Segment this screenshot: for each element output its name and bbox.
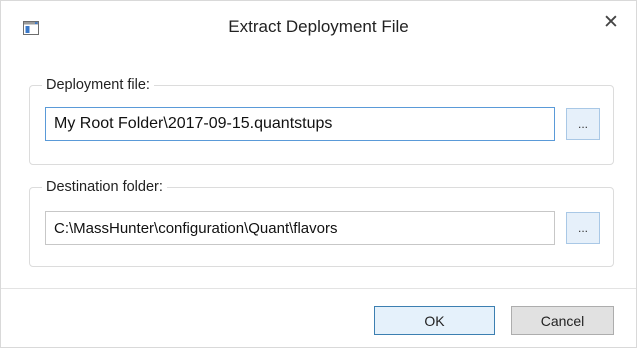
deployment-file-input[interactable] (45, 107, 555, 141)
destination-folder-input[interactable] (45, 211, 555, 245)
close-button[interactable]: ✕ (586, 1, 636, 43)
ok-button[interactable]: OK (374, 306, 495, 335)
dialog-title: Extract Deployment File (228, 17, 409, 36)
dialog-footer: OK Cancel (1, 289, 636, 347)
deployment-file-label: Deployment file: (42, 76, 154, 94)
destination-folder-group: Destination folder: ... (29, 178, 614, 267)
deployment-file-group: Deployment file: ... (29, 76, 614, 165)
deployment-file-browse-button[interactable]: ... (566, 108, 600, 140)
cancel-button[interactable]: Cancel (511, 306, 614, 335)
close-icon: ✕ (603, 11, 619, 33)
browse-ellipsis: ... (577, 221, 588, 235)
destination-folder-browse-button[interactable]: ... (566, 212, 600, 244)
title-bar[interactable]: Extract Deployment File ✕ (1, 1, 636, 43)
browse-ellipsis: ... (577, 117, 588, 131)
destination-folder-label: Destination folder: (42, 178, 167, 196)
extract-deployment-file-dialog: Extract Deployment File ✕ Deployment fil… (0, 0, 637, 348)
